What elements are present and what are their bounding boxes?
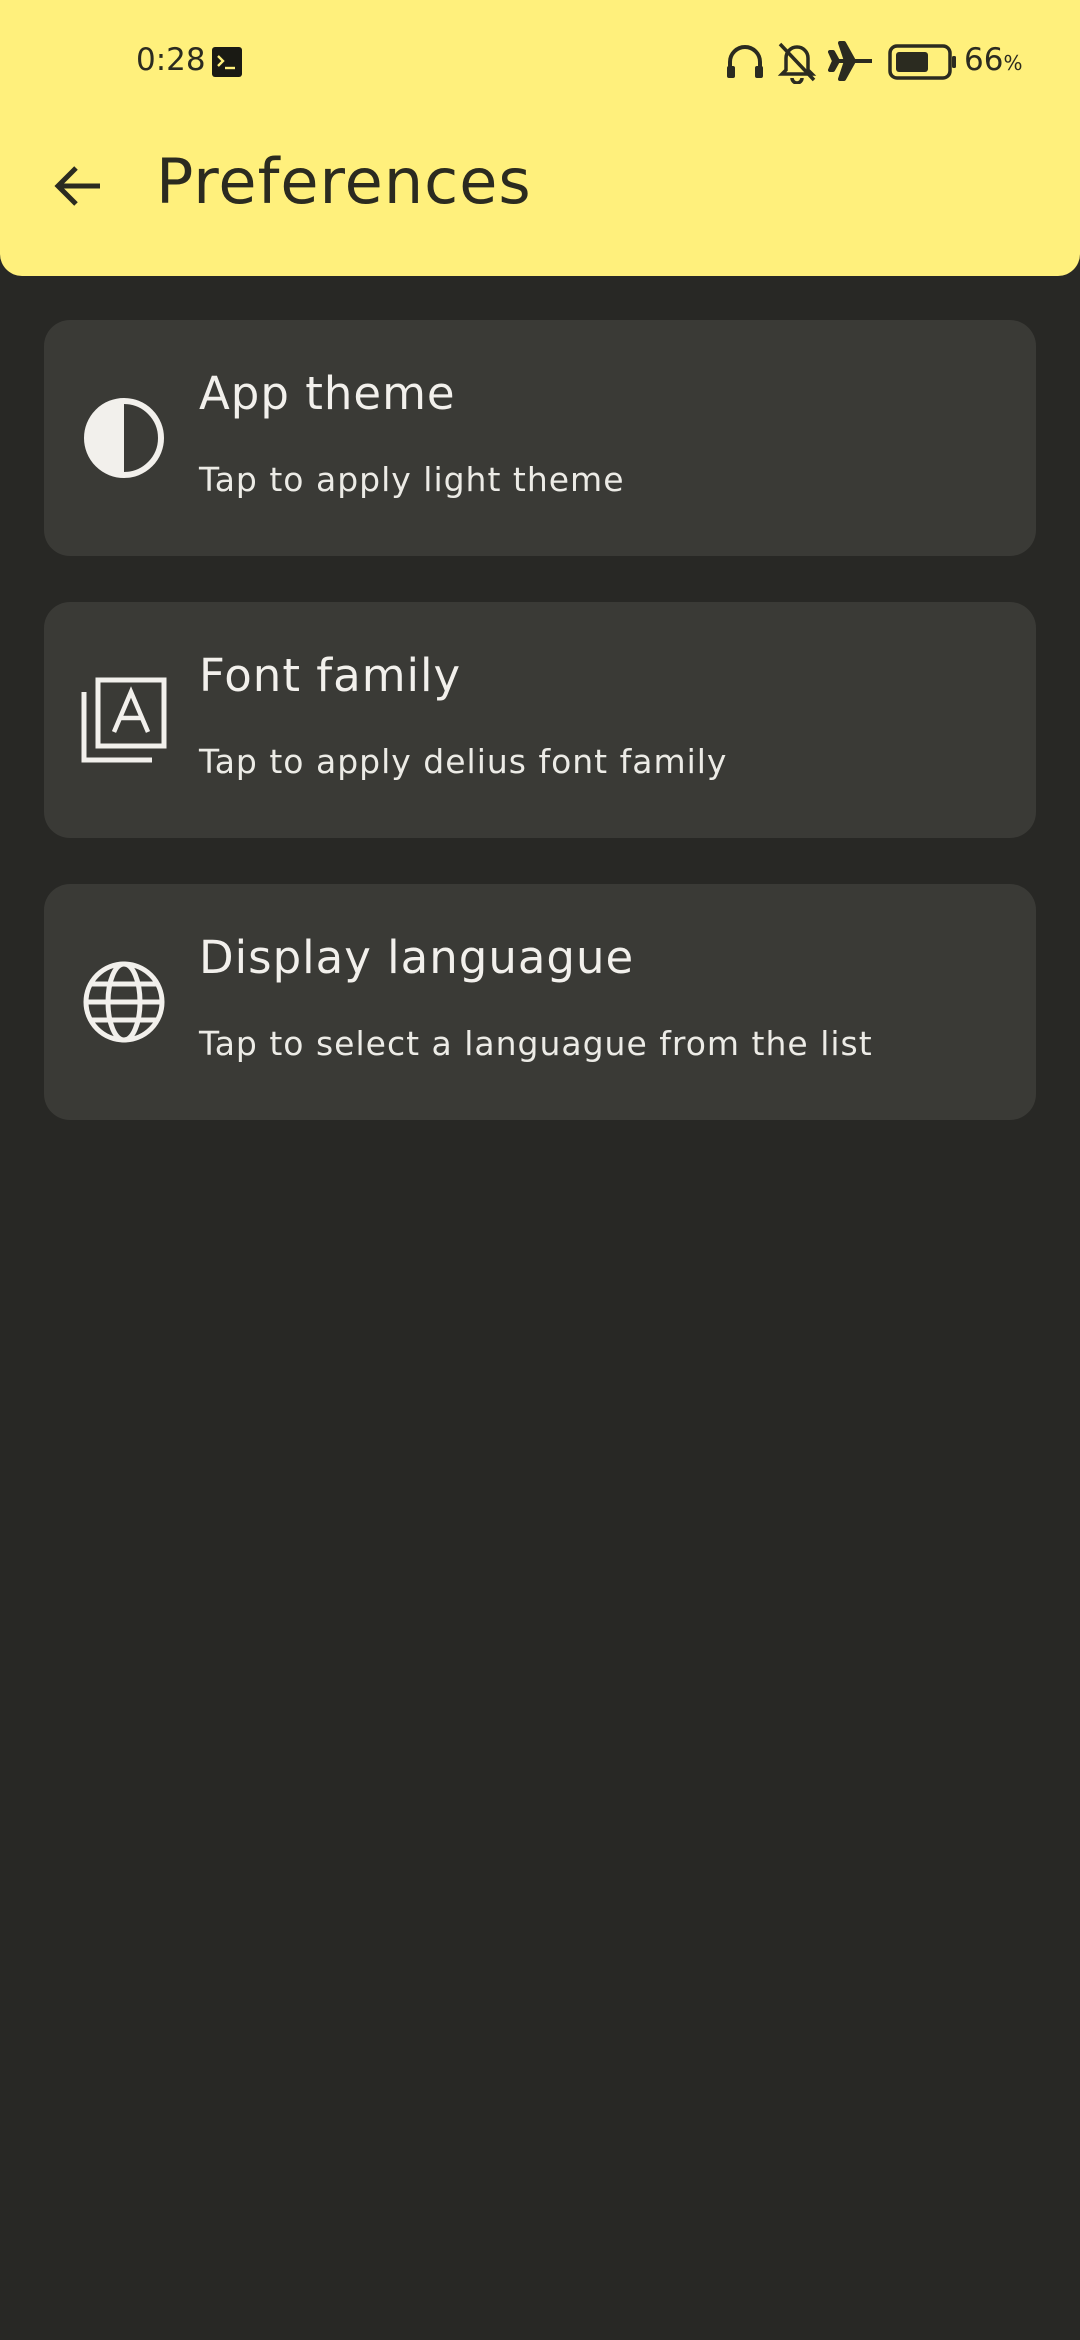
arrow-back-icon [54, 166, 100, 206]
globe-icon [83, 961, 165, 1043]
battery-percent: 66% [964, 42, 1023, 78]
setting-app-theme[interactable]: App theme Tap to apply light theme [44, 320, 1036, 556]
setting-subtitle: Tap to apply delius font family [199, 742, 728, 781]
setting-title: Font family [199, 649, 462, 702]
page-title: Preferences [156, 145, 532, 218]
font-icon [81, 677, 167, 763]
setting-display-language[interactable]: Display languague Tap to select a langua… [44, 884, 1036, 1120]
setting-subtitle: Tap to select a languague from the list [199, 1024, 873, 1063]
headset-icon [727, 45, 763, 78]
status-time: 0:28 [136, 42, 206, 78]
terminal-icon [212, 47, 242, 77]
setting-title: App theme [199, 367, 456, 420]
setting-font-family[interactable]: Font family Tap to apply delius font fam… [44, 602, 1036, 838]
airplane-icon [828, 41, 872, 81]
setting-title: Display languague [199, 931, 635, 984]
contrast-icon [84, 398, 164, 478]
back-button[interactable] [38, 146, 118, 226]
setting-subtitle: Tap to apply light theme [199, 460, 625, 499]
bell-off-icon [777, 42, 817, 84]
top-app-bar: 0:28 66% Preferences [0, 0, 1080, 276]
battery-icon [888, 44, 956, 80]
